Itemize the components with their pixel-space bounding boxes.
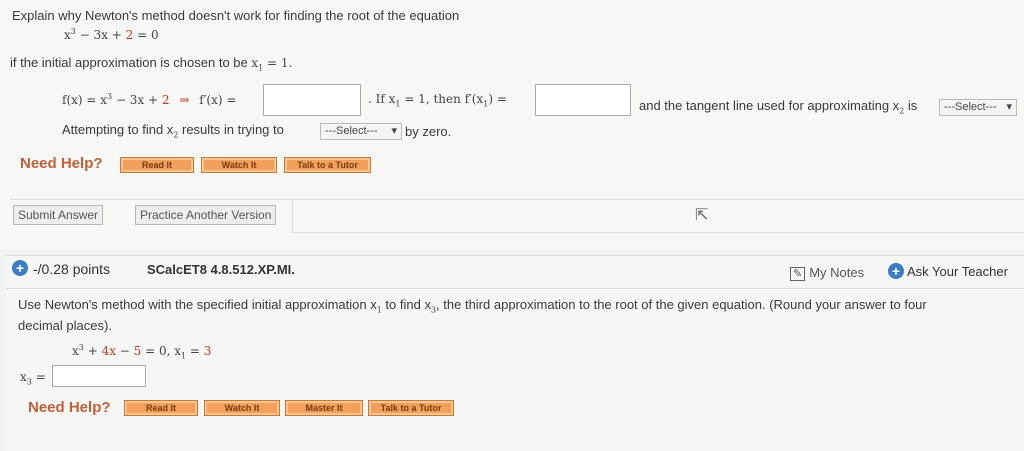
read-it-button[interactable]: Read It bbox=[124, 400, 198, 416]
need-help-label: Need Help? bbox=[20, 155, 103, 172]
implies-arrow-icon: ⇒ bbox=[179, 93, 190, 107]
question-1-equation: x3 − 3x + 2 = 0 bbox=[64, 27, 159, 42]
question-1-prompt: Explain why Newton's method doesn't work… bbox=[12, 8, 460, 23]
feedback-area bbox=[292, 200, 1024, 233]
notes-icon: ✎ bbox=[790, 267, 806, 281]
master-it-button[interactable]: Master It bbox=[285, 400, 363, 416]
question-2-prompt: Use Newton's method with the specified i… bbox=[18, 297, 927, 315]
tangent-select[interactable]: ---Select--- ▾ bbox=[939, 99, 1017, 116]
points-label: -/0.28 points bbox=[33, 261, 111, 277]
attempt-select[interactable]: ---Select--- ▾ bbox=[320, 123, 402, 140]
by-zero-text: by zero. bbox=[405, 124, 452, 139]
if-x1-text: . If x1 = 1, then f′(x1) = bbox=[368, 92, 507, 109]
question-2-prompt-line2: decimal places). bbox=[18, 318, 112, 333]
need-help-label: Need Help? bbox=[28, 399, 111, 416]
ask-teacher-button[interactable]: + Ask Your Teacher bbox=[888, 263, 1008, 279]
question-2-equation: x3 + 4x − 5 = 0, x1 = 3 bbox=[72, 343, 212, 361]
expand-plus-icon[interactable]: + bbox=[12, 260, 28, 276]
my-notes-button[interactable]: ✎ My Notes bbox=[790, 265, 864, 281]
chevron-down-icon: ▾ bbox=[391, 125, 397, 137]
fx-definition: f(x) = x3 − 3x + 2 ⇒ f′(x) = bbox=[62, 92, 237, 107]
plus-icon: + bbox=[888, 263, 904, 279]
chevron-down-icon: ▾ bbox=[1006, 101, 1012, 113]
watch-it-button[interactable]: Watch It bbox=[201, 157, 277, 173]
attempt-text: Attempting to find x2 results in trying … bbox=[62, 122, 284, 140]
cursor-pointer-icon: ⇱ bbox=[695, 207, 709, 224]
talk-to-tutor-button[interactable]: Talk to a Tutor bbox=[284, 157, 371, 173]
tangent-line-text: and the tangent line used for approximat… bbox=[639, 98, 918, 116]
fprime-answer-input[interactable] bbox=[263, 84, 361, 116]
divider bbox=[6, 288, 1024, 289]
talk-to-tutor-button[interactable]: Talk to a Tutor bbox=[368, 400, 454, 416]
initial-approximation-text: if the initial approximation is chosen t… bbox=[10, 55, 293, 73]
x3-answer-input[interactable] bbox=[52, 365, 146, 387]
x3-label: x3 = bbox=[20, 370, 46, 387]
watch-it-button[interactable]: Watch It bbox=[204, 400, 280, 416]
practice-another-version-button[interactable]: Practice Another Version bbox=[135, 205, 277, 225]
read-it-button[interactable]: Read It bbox=[120, 157, 194, 173]
submit-answer-button[interactable]: Submit Answer bbox=[13, 205, 104, 225]
problem-code: SCalcET8 4.8.512.XP.MI. bbox=[147, 262, 295, 277]
fprime-x1-answer-input[interactable] bbox=[535, 84, 631, 116]
